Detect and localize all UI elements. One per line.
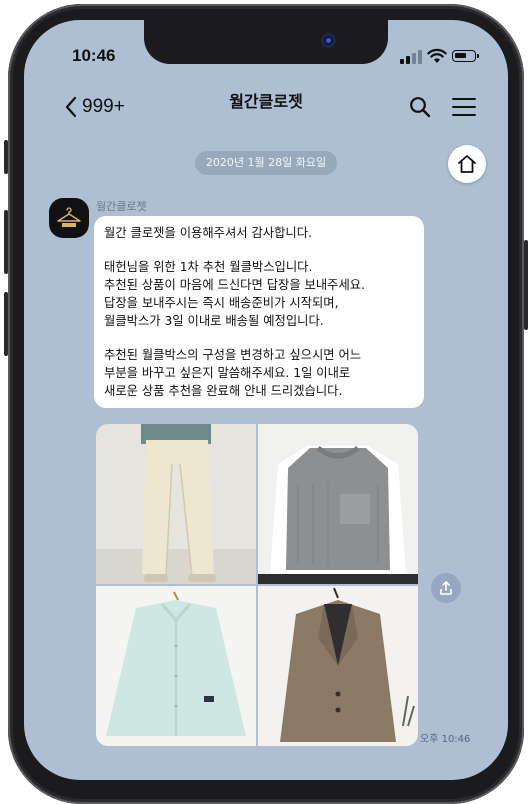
volume-down-button [4, 292, 8, 356]
home-icon [458, 155, 476, 173]
chat-title: 월간클로젯 [229, 92, 303, 111]
hamburger-menu-icon[interactable] [452, 98, 476, 118]
message-line: 월클박스가 3일 이내로 배송될 예정입니다. [104, 314, 324, 328]
shirt-photo [96, 586, 256, 746]
blazer-photo [258, 586, 418, 746]
share-button[interactable] [431, 573, 461, 603]
product-image-blazer[interactable] [258, 586, 418, 746]
message-line: 답장을 보내주시는 즉시 배송준비가 시작되며, [104, 296, 339, 310]
volume-up-button [4, 210, 8, 274]
message-timestamp: 오후 10:46 [420, 734, 471, 745]
product-image-pants[interactable] [96, 424, 256, 584]
chat-header: 999+ 월간클로젯 [24, 80, 508, 120]
sender-name: 월간클로젯 [96, 200, 147, 213]
message-line: 부분을 바꾸고 싶은지 말씀해주세요. 1일 이내로 [104, 366, 351, 380]
date-separator: 2020년 1월 28일 화요일 [195, 151, 337, 175]
message-line: 월간 클로젯을 이용해주셔서 감사합니다. [104, 226, 312, 240]
message-line: 추천된 상품이 마음에 드신다면 답장을 보내주세요. [104, 278, 366, 292]
message-line: 태헌님을 위한 1차 추천 월클박스입니다. [104, 260, 313, 274]
search-icon[interactable] [409, 96, 431, 118]
message-bubble[interactable]: 월간 클로젯을 이용해주셔서 감사합니다. 태헌님을 위한 1차 추천 월클박스… [94, 216, 424, 408]
home-button[interactable] [448, 145, 486, 183]
product-image-grid [96, 424, 418, 746]
notch [144, 20, 388, 64]
wifi-icon [427, 48, 447, 63]
battery-icon [452, 50, 479, 62]
status-icons [400, 48, 480, 64]
sender-avatar[interactable] [49, 198, 89, 238]
power-button [524, 240, 528, 330]
product-image-vest[interactable] [258, 424, 418, 584]
pants-photo [96, 424, 256, 584]
front-camera [321, 33, 336, 48]
signal-icon [400, 50, 422, 64]
share-icon [440, 581, 452, 595]
phone-screen: 10:46 999+ 월간클로젯 2020년 1월 28일 화요일 월간클로젯 … [24, 20, 508, 780]
mute-switch [4, 140, 8, 174]
message-line: 추천된 월클박스의 구성을 변경하고 싶으시면 어느 [104, 348, 362, 362]
product-image-shirt[interactable] [96, 586, 256, 746]
vest-photo [258, 424, 418, 584]
status-time: 10:46 [72, 46, 116, 65]
hanger-logo-icon [57, 207, 81, 227]
message-line: 새로운 상품 추천을 완료해 안내 드리겠습니다. [104, 384, 343, 398]
